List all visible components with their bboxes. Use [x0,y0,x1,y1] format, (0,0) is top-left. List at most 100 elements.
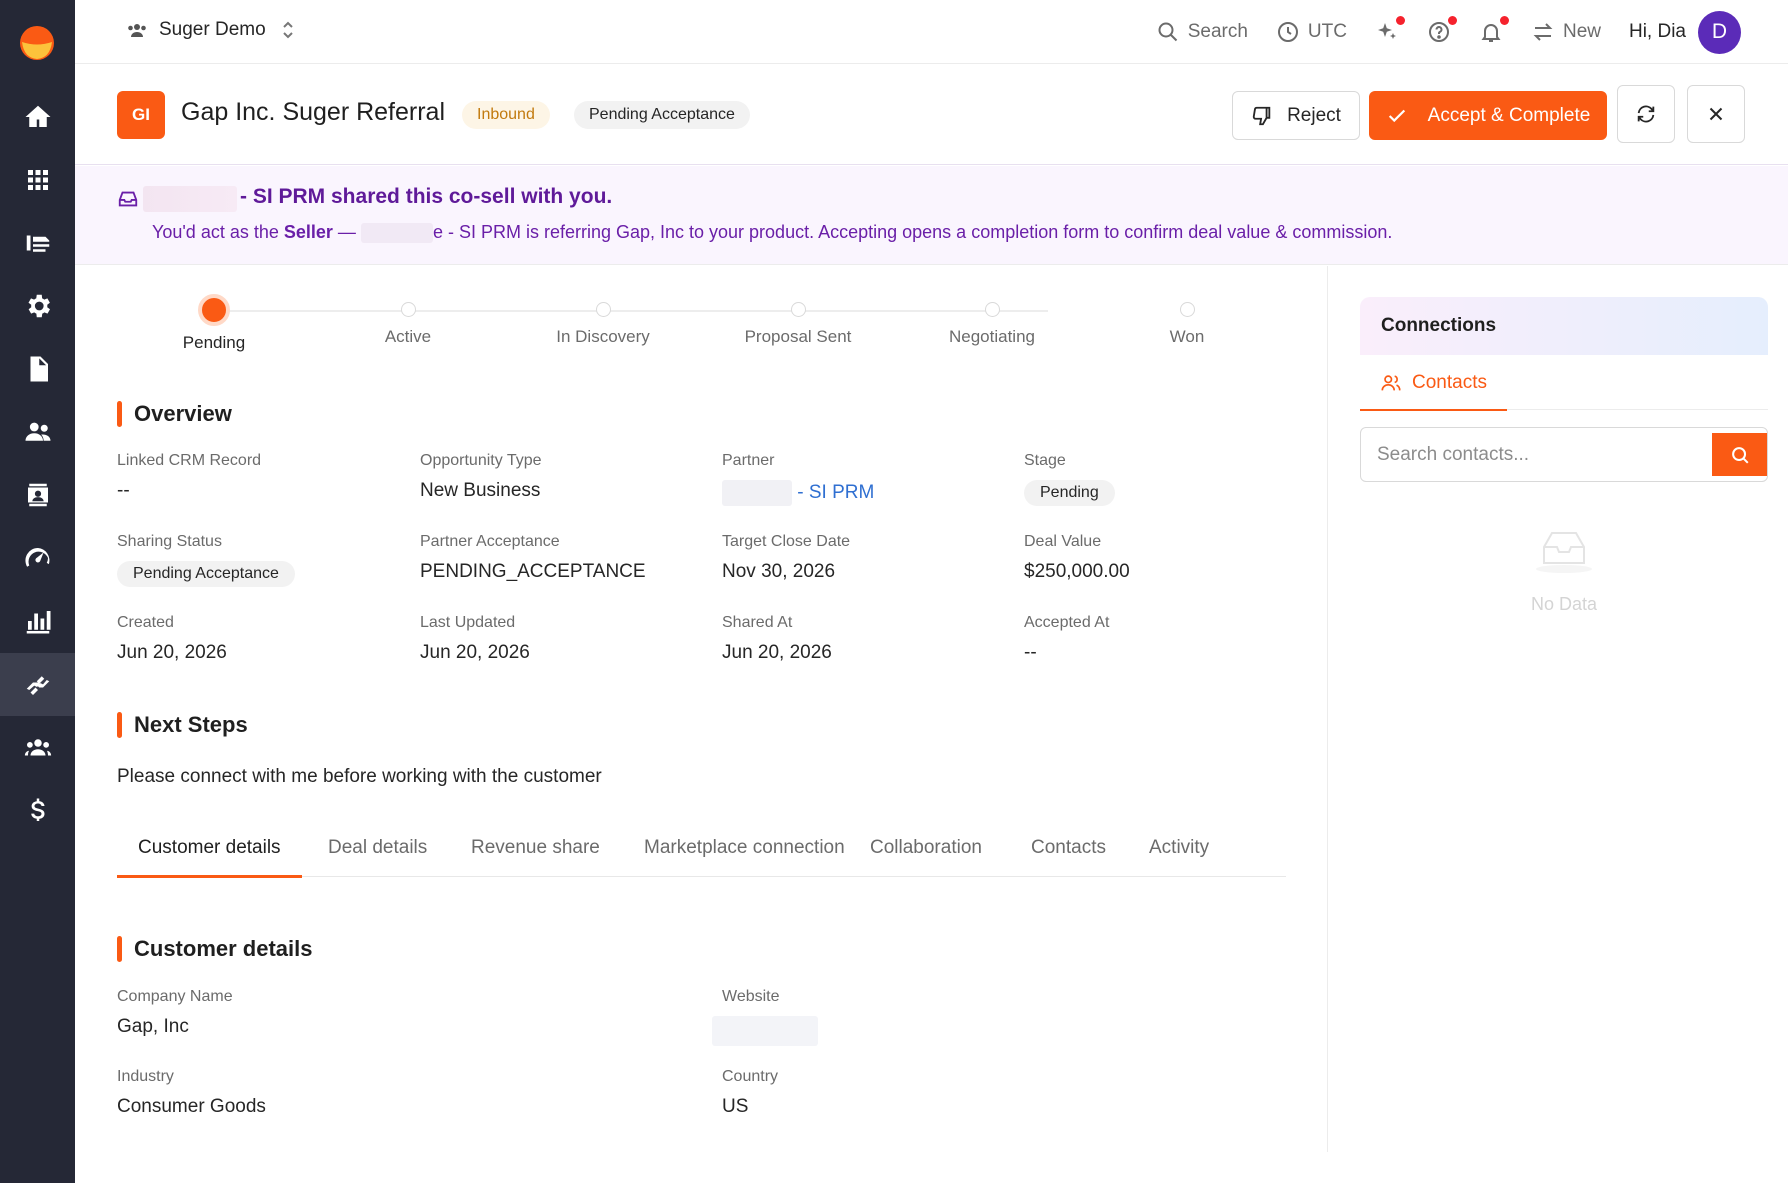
sharing-status-pill: Pending Acceptance [117,561,295,587]
workspace-name: Suger Demo [159,19,266,40]
tab-collaboration[interactable]: Collaboration [870,832,982,877]
field-value: Consumer Goods [117,1096,266,1117]
stage-label: Pending [182,333,246,352]
tab-deal-details[interactable]: Deal details [328,832,427,877]
field-label: Sharing Status [117,533,222,550]
redacted-partner-name [722,480,792,506]
sidebar-item-dashboard[interactable] [0,526,75,589]
field-linked-crm-record: Linked CRM Record -- [117,452,261,502]
empty-label: No Data [1530,594,1598,614]
field-created: Created Jun 20, 2026 [117,614,227,664]
workspace-switcher[interactable]: Suger Demo [125,18,300,42]
field-label: Accepted At [1024,614,1110,631]
sidebar-item-documents[interactable] [0,337,75,400]
field-value: Nov 30, 2026 [722,561,836,582]
partner-link[interactable]: - SI PRM [797,482,874,503]
timezone-button[interactable]: UTC [1276,20,1347,44]
field-partner-acceptance: Partner Acceptance PENDING_ACCEPTANCE [420,533,646,583]
chevron-up-down-icon [282,21,293,39]
notifications-button[interactable] [1479,16,1509,44]
overview-heading: Overview [117,401,232,427]
stage-progress: Pending Active In Discovery Proposal Sen… [75,266,1327,366]
sidebar-item-partners[interactable] [0,400,75,463]
sidebar-item-home[interactable] [0,85,75,148]
tab-activity[interactable]: Activity [1149,832,1209,877]
help-icon [1428,22,1449,42]
reject-button[interactable]: Reject [1232,91,1360,140]
new-button[interactable]: New [1531,20,1601,44]
team-icon [128,24,146,37]
field-label: Target Close Date [722,533,851,550]
notification-dot [1447,16,1457,25]
field-label: Last Updated [420,614,516,631]
close-icon [1709,107,1723,121]
chart-icon [26,610,50,633]
ai-assistant-button[interactable] [1375,16,1405,44]
redacted-partner-name [143,186,237,212]
top-bar: Suger Demo Search UTC New Hi, Dia D [75,0,1788,64]
search-icon [1158,22,1177,42]
field-label: Created [117,614,174,631]
search-button[interactable] [1712,433,1767,476]
sidebar-item-cosell[interactable] [0,653,75,716]
stage-label: Proposal Sent [744,327,852,346]
user-greeting: Hi, Dia [1628,21,1686,42]
search-label: Search [1187,21,1248,42]
tab-contacts[interactable]: Contacts [1031,832,1106,877]
section-marker [117,401,122,427]
field-value: Jun 20, 2026 [722,642,832,663]
field-website: Website [712,988,818,1046]
app-root: Suger Demo Search UTC New Hi, Dia D GI G… [0,0,1788,1183]
tab-connections-contacts[interactable]: Contacts [1360,355,1507,411]
sidebar-item-settings[interactable] [0,274,75,337]
check-icon [1388,109,1405,122]
company-badge: GI [117,91,165,139]
help-button[interactable] [1427,16,1457,44]
team-icon [24,738,51,755]
sidebar-item-billing[interactable] [0,779,75,842]
accept-complete-button[interactable]: Accept & Complete [1369,91,1607,140]
new-label: New [1562,21,1601,42]
inbound-tag: Inbound [462,101,550,129]
banner-rest: e - SI PRM is referring Gap, Inc to your… [432,222,1393,242]
tab-revenue-share[interactable]: Revenue share [471,832,600,877]
inbox-icon [118,191,138,207]
field-label: Shared At [722,614,793,631]
stage-label: Won [1169,327,1205,346]
sidebar-item-team[interactable] [0,716,75,779]
record-header: GI Gap Inc. Suger Referral Inbound Pendi… [75,64,1788,165]
stage-label: In Discovery [556,327,650,346]
banner-prefix: You'd act as the [152,222,284,242]
home-icon [25,105,50,127]
refresh-button[interactable] [1617,85,1675,143]
field-label: Country [722,1068,779,1085]
sidebar-item-contacts[interactable] [0,463,75,526]
document-icon [30,356,48,381]
tab-marketplace-connection[interactable]: Marketplace connection [644,832,845,877]
stage-dot [790,302,806,317]
field-value: New Business [420,480,541,501]
field-industry: Industry Consumer Goods [117,1068,266,1118]
search-input[interactable] [1361,428,1711,481]
field-deal-value: Deal Value $250,000.00 [1024,533,1130,583]
sparkle-icon [1377,23,1396,39]
global-search-button[interactable]: Search [1156,20,1248,44]
dollar-icon [30,798,44,821]
suger-logo[interactable] [19,25,55,61]
stage-won: Won [1087,294,1287,347]
close-button[interactable] [1687,85,1745,143]
banner-title: - SI PRM shared this co-sell with you. [240,185,613,208]
field-last-updated: Last Updated Jun 20, 2026 [420,614,530,664]
field-accepted-at: Accepted At -- [1024,614,1109,664]
contacts-search [1360,427,1768,482]
avatar[interactable]: D [1698,10,1741,54]
stage-dot [198,294,230,326]
field-label: Industry [117,1068,174,1085]
sidebar-item-listings[interactable] [0,211,75,274]
sidebar-item-apps[interactable] [0,148,75,211]
connections-panel: Connections Contacts No Data [1360,297,1768,615]
field-value [712,1016,818,1046]
tab-customer-details[interactable]: Customer details [117,832,302,878]
field-label: Deal Value [1024,533,1102,550]
sidebar-item-analytics[interactable] [0,589,75,652]
